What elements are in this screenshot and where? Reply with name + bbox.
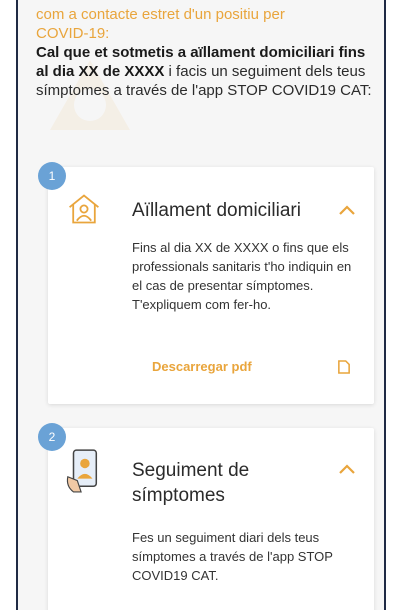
chevron-up-icon[interactable] bbox=[338, 204, 356, 216]
card-symptom-tracking: Seguiment de símptomes Fes un seguiment … bbox=[48, 428, 374, 610]
step-badge-2: 2 bbox=[38, 423, 66, 451]
document-icon[interactable] bbox=[338, 360, 350, 374]
card-title-home-isolation[interactable]: Aïllament domiciliari bbox=[132, 198, 332, 223]
instructions-paragraph: Cal que et sotmetis a aïllament domicili… bbox=[36, 43, 381, 100]
contact-note: com a contacte estret d'un positiu per C… bbox=[36, 6, 285, 42]
card-title-symptom-tracking[interactable]: Seguiment de símptomes bbox=[132, 458, 332, 508]
chevron-up-icon[interactable] bbox=[338, 463, 356, 475]
phone-person-icon bbox=[66, 449, 98, 493]
app-screen: com a contacte estret d'un positiu per C… bbox=[16, 0, 386, 610]
card-title-line-2: símptomes bbox=[132, 485, 225, 506]
card-body-home-isolation: Fins al dia XX de XXXX o fins que els pr… bbox=[132, 240, 352, 312]
home-person-icon bbox=[69, 194, 99, 224]
step-badge-1: 1 bbox=[38, 162, 66, 190]
card-home-isolation: Aïllament domiciliari Fins al dia XX de … bbox=[48, 167, 374, 404]
intro-text: com a contacte estret d'un positiu per C… bbox=[18, 0, 384, 100]
card-body-symptom-tracking: Fes un seguiment diari dels teus símptom… bbox=[132, 530, 333, 583]
card-title-line-1: Seguiment de bbox=[132, 460, 250, 481]
download-pdf-link[interactable]: Descarregar pdf bbox=[152, 359, 252, 374]
